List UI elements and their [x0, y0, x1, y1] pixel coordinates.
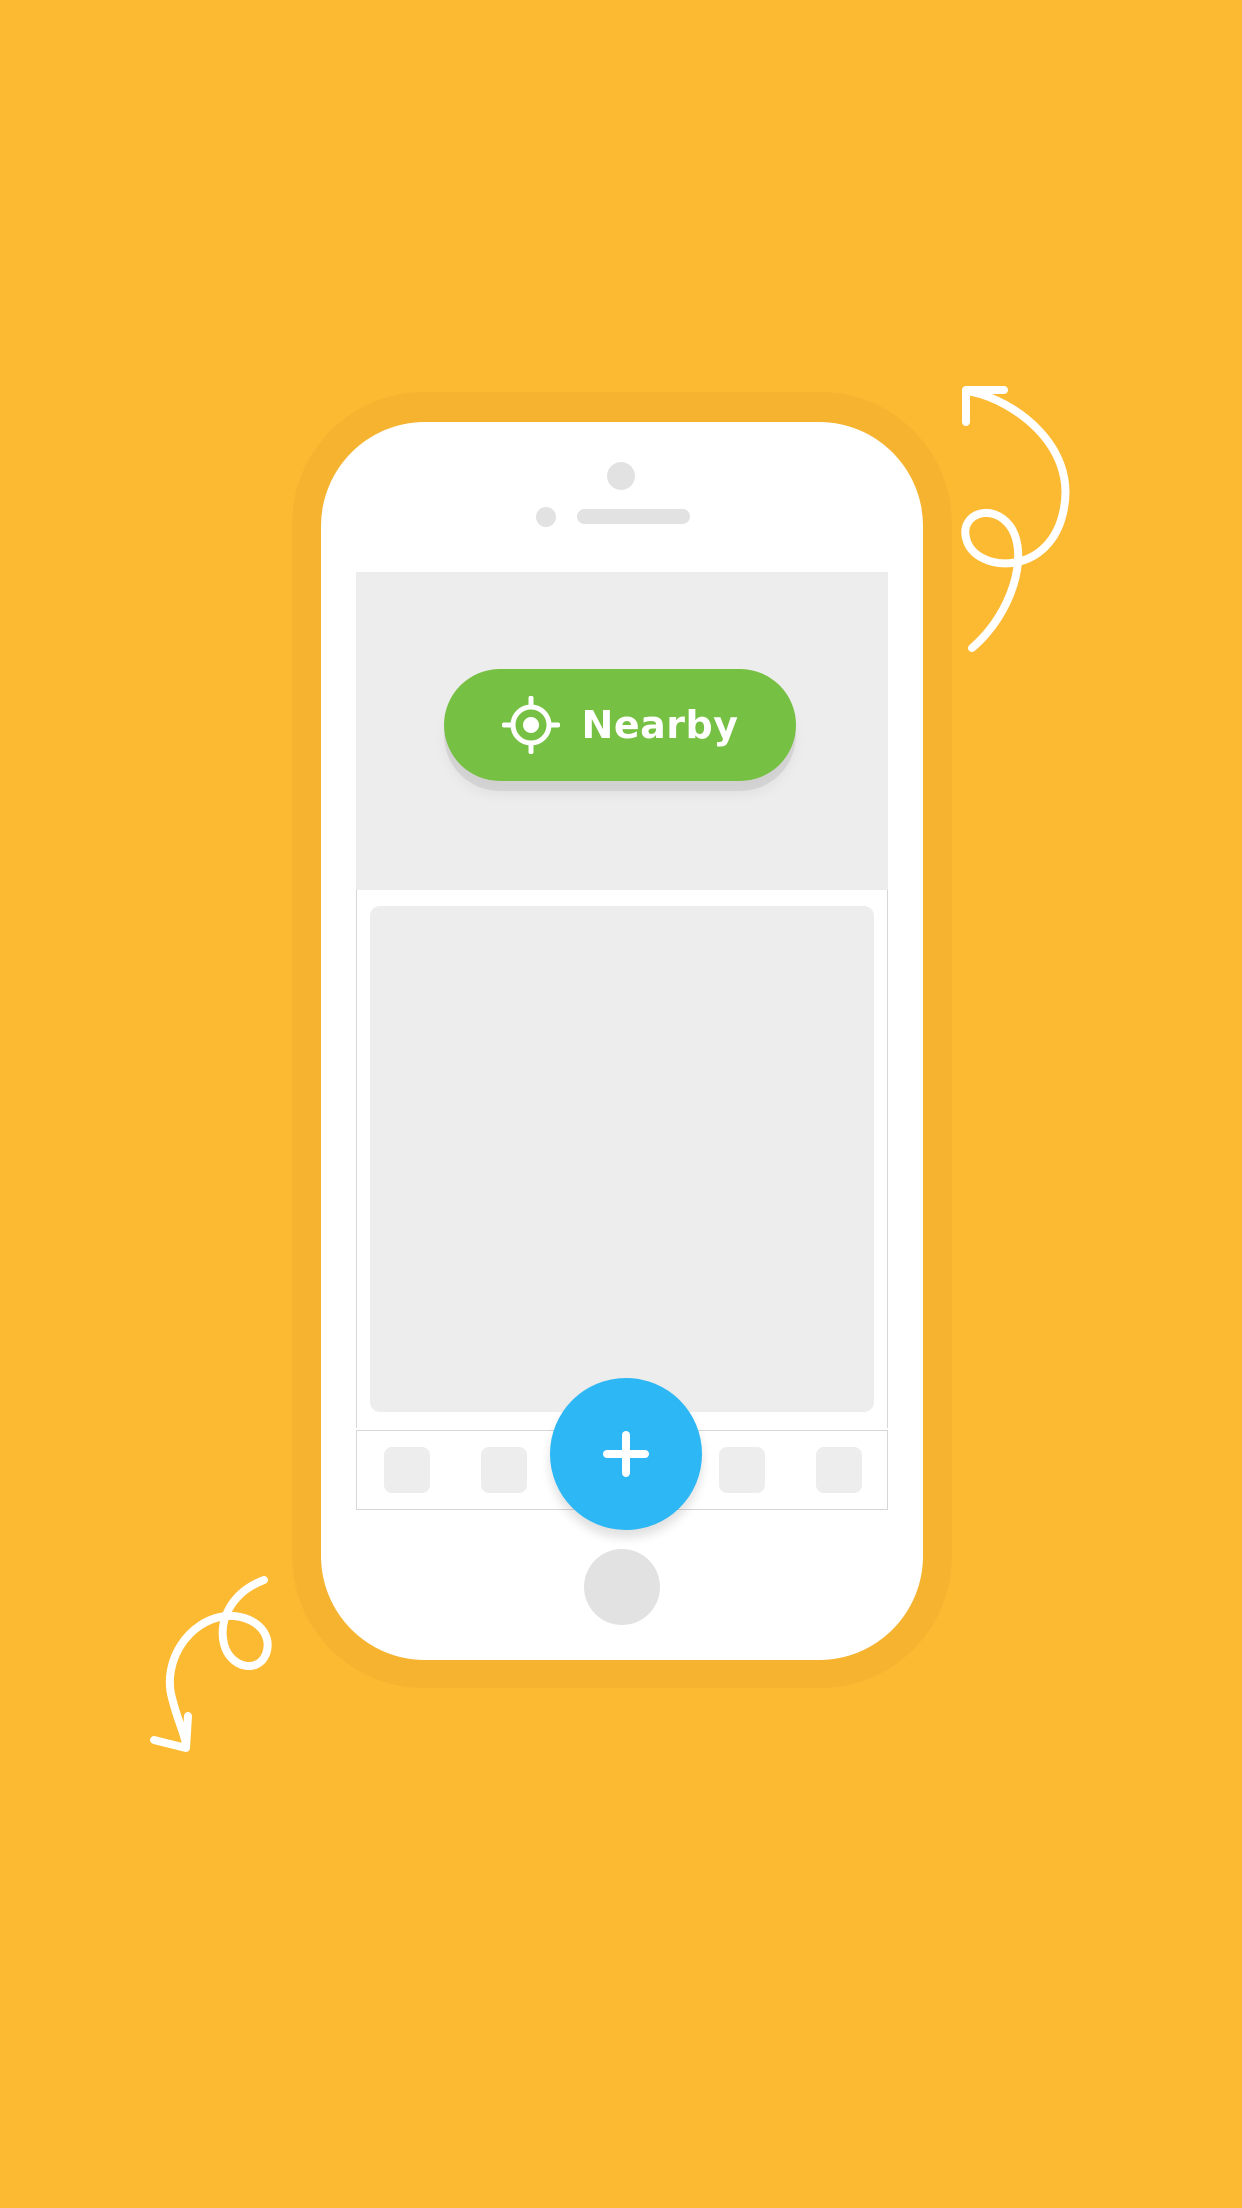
add-button[interactable] [550, 1378, 702, 1530]
phone-screen: Nearby [356, 572, 888, 1530]
content-card[interactable] [370, 906, 874, 1412]
nearby-button-label: Nearby [581, 703, 739, 747]
tab-item-5[interactable] [816, 1447, 862, 1493]
tab-item-2[interactable] [481, 1447, 527, 1493]
tab-item-4[interactable] [719, 1447, 765, 1493]
front-camera [607, 462, 635, 490]
app-preview-canvas: Nearby [0, 0, 1242, 2208]
nearby-button[interactable]: Nearby [444, 669, 796, 781]
plus-icon [603, 1431, 649, 1477]
map-area: Nearby [356, 572, 888, 890]
crosshair-target-icon [501, 696, 560, 754]
earpiece-speaker [577, 509, 690, 524]
home-button[interactable] [584, 1549, 660, 1625]
tab-item-1[interactable] [384, 1447, 430, 1493]
curly-arrow-down-icon [150, 1576, 272, 1752]
curly-arrow-up-icon [961, 386, 1070, 652]
proximity-sensor [536, 507, 556, 527]
